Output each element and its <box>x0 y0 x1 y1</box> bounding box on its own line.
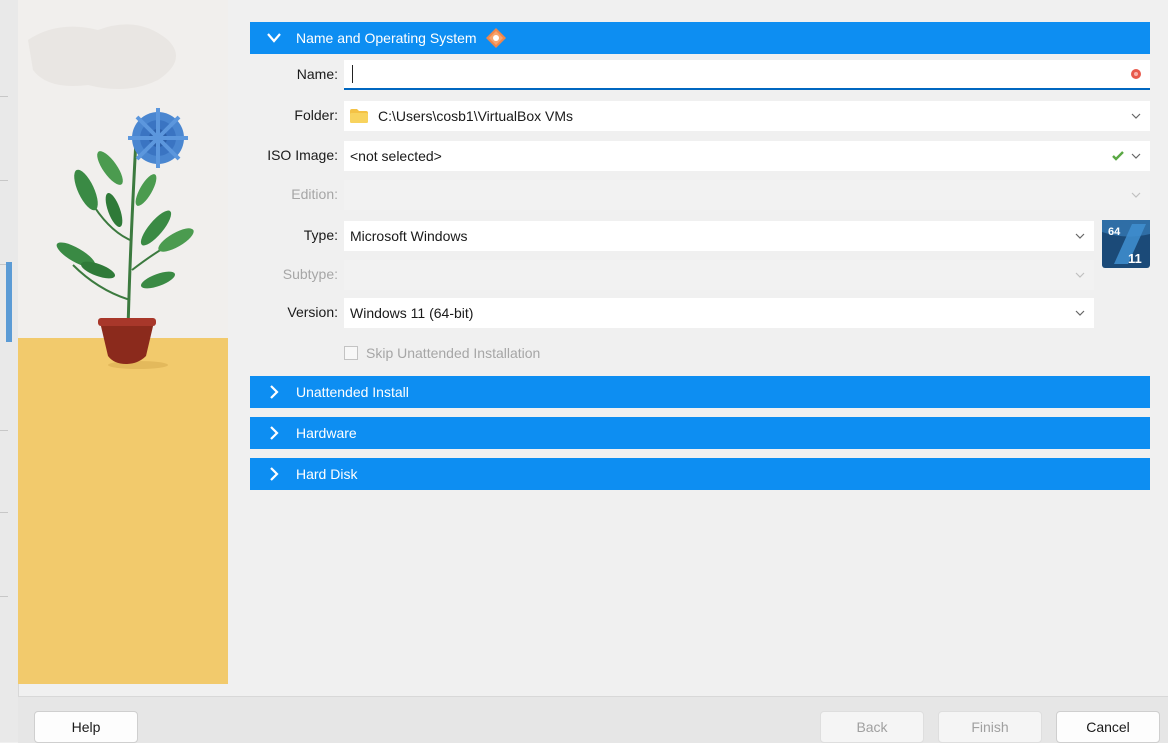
warning-icon <box>485 27 507 49</box>
type-select[interactable]: Microsoft Windows <box>344 221 1094 251</box>
wizard-footer: Help Back Finish Cancel <box>18 696 1168 743</box>
section-label: Unattended Install <box>296 384 409 400</box>
version-row: Version: Windows 11 (64-bit) <box>250 298 1150 328</box>
section-hardware[interactable]: Hardware <box>250 417 1150 449</box>
folder-icon <box>350 109 368 123</box>
chevron-right-icon <box>264 464 284 484</box>
iso-row: ISO Image: <not selected> <box>250 141 1150 171</box>
edition-select[interactable] <box>344 180 1150 210</box>
iso-label: ISO Image: <box>267 147 338 163</box>
section-hard-disk[interactable]: Hard Disk <box>250 458 1150 490</box>
chevron-down-icon <box>1128 108 1144 124</box>
folder-label: Folder: <box>294 107 338 123</box>
finish-button[interactable]: Finish <box>938 711 1042 743</box>
chevron-right-icon <box>264 423 284 443</box>
subtype-select[interactable] <box>344 260 1094 290</box>
skip-unattended-label: Skip Unattended Installation <box>366 345 541 361</box>
help-button[interactable]: Help <box>34 711 138 743</box>
chevron-down-icon <box>1072 267 1088 283</box>
section-name-and-os[interactable]: Name and Operating System <box>250 22 1150 54</box>
back-button[interactable]: Back <box>820 711 924 743</box>
version-select[interactable]: Windows 11 (64-bit) <box>344 298 1094 328</box>
section-label: Name and Operating System <box>296 30 477 46</box>
chevron-down-icon <box>1128 148 1144 164</box>
version-label: Version: <box>287 304 338 320</box>
chevron-down-icon <box>1128 187 1144 203</box>
skip-unattended-checkbox[interactable] <box>344 346 358 360</box>
section-label: Hardware <box>296 425 357 441</box>
name-input[interactable] <box>344 60 1150 90</box>
edition-row: Edition: <box>250 180 1150 210</box>
edition-label: Edition: <box>291 186 338 202</box>
section-unattended-install[interactable]: Unattended Install <box>250 376 1150 408</box>
windows-11-64bit-icon: 64 11 <box>1102 220 1150 268</box>
folder-row: Folder: C:\Users\cosb1\VirtualBox VMs <box>250 101 1150 131</box>
cancel-button[interactable]: Cancel <box>1056 711 1160 743</box>
iso-image-select[interactable]: <not selected> <box>344 141 1150 171</box>
name-label: Name: <box>296 66 338 82</box>
type-row: Type: Microsoft Windows <box>250 221 1150 251</box>
skip-unattended-checkbox-row: Skip Unattended Installation <box>344 343 540 363</box>
name-row: Name: <box>250 60 1150 90</box>
chevron-down-icon <box>264 28 284 48</box>
chevron-right-icon <box>264 382 284 402</box>
subtype-row: Subtype: <box>250 260 1150 290</box>
error-icon <box>1128 66 1144 82</box>
wizard-illustration <box>18 0 228 684</box>
subtype-label: Subtype: <box>282 266 338 282</box>
type-label: Type: <box>303 227 338 243</box>
left-edge-strip <box>0 0 19 742</box>
section-label: Hard Disk <box>296 466 358 482</box>
folder-select[interactable]: C:\Users\cosb1\VirtualBox VMs <box>344 101 1150 131</box>
plant-illustration <box>28 24 194 369</box>
svg-text:11: 11 <box>1128 251 1142 266</box>
text-cursor <box>352 65 353 83</box>
checkmark-icon <box>1110 148 1126 164</box>
chevron-down-icon <box>1072 305 1088 321</box>
svg-text:64: 64 <box>1108 226 1121 238</box>
chevron-down-icon <box>1072 228 1088 244</box>
